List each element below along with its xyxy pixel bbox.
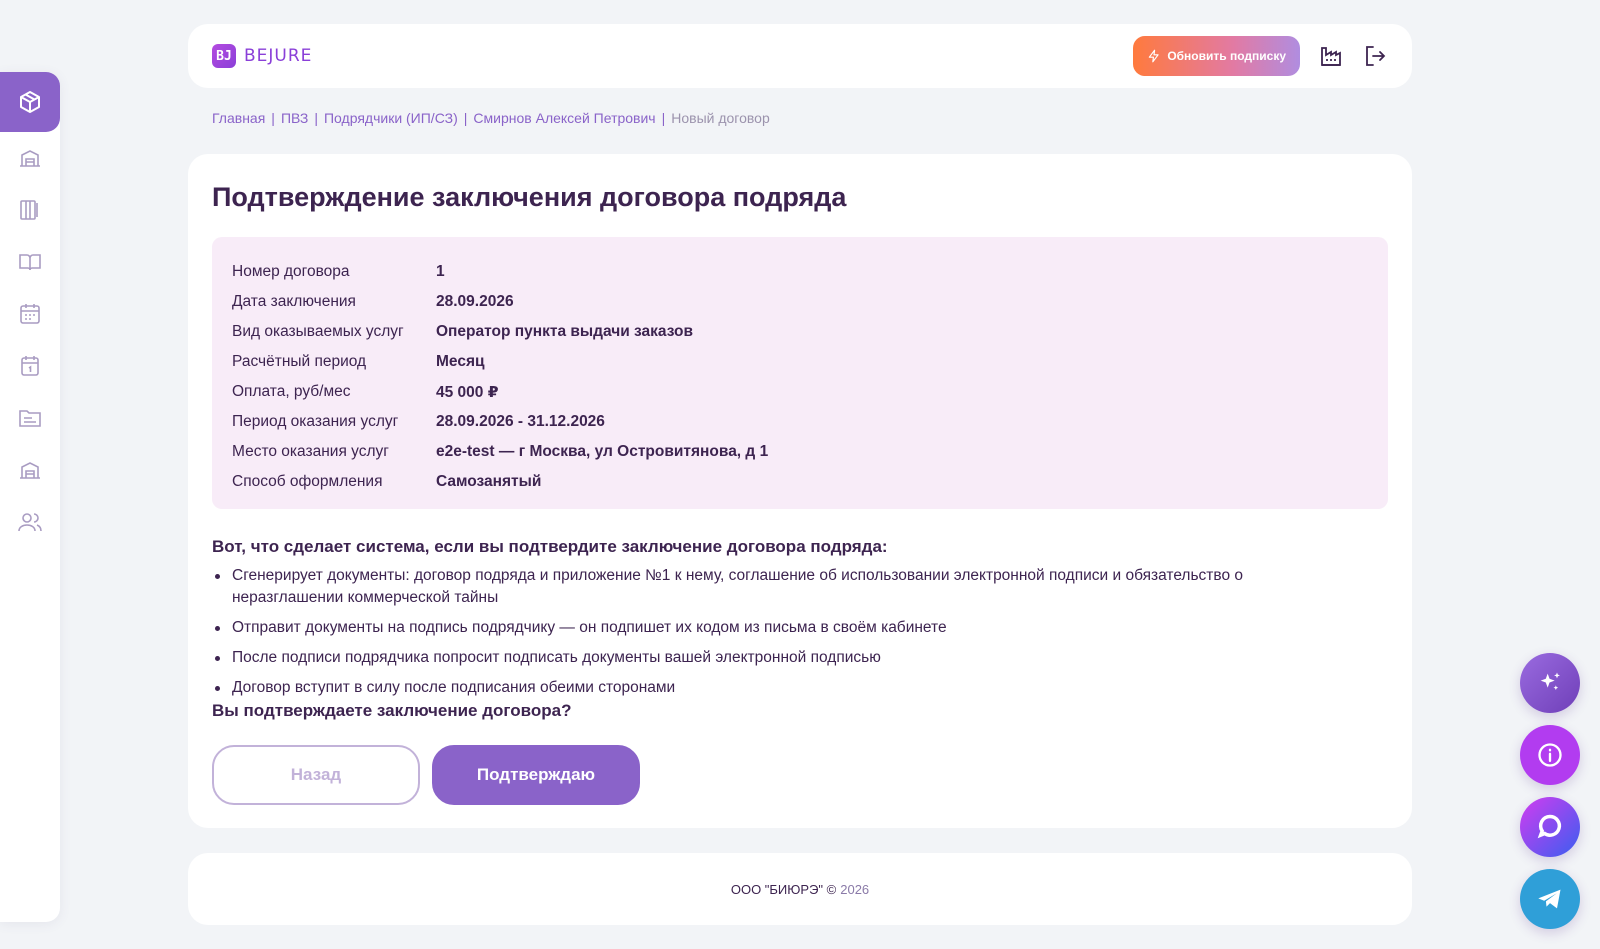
detail-row-billing-period: Расчётный период Месяц <box>232 347 1368 377</box>
ai-assistant-button[interactable] <box>1520 653 1580 713</box>
telegram-button[interactable] <box>1520 869 1580 929</box>
detail-value: 45 000 ₽ <box>436 383 499 401</box>
detail-row-registration-type: Способ оформления Самозанятый <box>232 467 1368 497</box>
actions: Назад Подтверждаю <box>212 745 1388 805</box>
detail-row-location: Место оказания услуг e2e-test — г Москва… <box>232 437 1368 467</box>
info-button[interactable] <box>1520 725 1580 785</box>
breadcrumb-contractors[interactable]: Подрядчики (ИП/СЗ) <box>324 110 458 126</box>
detail-value: Оператор пункта выдачи заказов <box>436 323 694 340</box>
calendar-icon <box>20 304 40 324</box>
list-item: Отправит документы на подпись подрядчику… <box>212 617 1302 639</box>
lightning-icon <box>1149 49 1159 63</box>
detail-label: Расчётный период <box>232 353 367 370</box>
detail-label: Место оказания услуг <box>232 443 389 460</box>
breadcrumb-contractor-name[interactable]: Смирнов Алексей Петрович <box>473 110 655 126</box>
detail-row-date: Дата заключения 28.09.2026 <box>232 287 1368 317</box>
sidebar <box>0 72 60 922</box>
package-icon <box>20 91 40 113</box>
detail-row-service-period: Период оказания услуг 28.09.2026 - 31.12… <box>232 407 1368 437</box>
contract-details: Номер договора 1 Дата заключения 28.09.2… <box>212 237 1388 509</box>
footer-year: 2026 <box>840 881 870 897</box>
book-icon <box>19 254 41 271</box>
sidebar-item-users[interactable] <box>0 496 60 548</box>
page-title: Подтверждение заключения договора подряд… <box>212 182 847 212</box>
breadcrumb-separator: | <box>661 110 666 126</box>
footer: ООО "БИЮРЭ" © 2026 <box>188 853 1412 925</box>
logout-icon <box>1366 46 1386 66</box>
sidebar-item-calendar[interactable] <box>0 288 60 340</box>
breadcrumb: Главная | ПВЗ | Подрядчики (ИП/СЗ) | Сми… <box>212 110 770 126</box>
detail-row-payment: Оплата, руб/мес 45 000 ₽ <box>232 377 1368 407</box>
list-item: После подписи подрядчика попросит подпис… <box>212 647 1302 669</box>
detail-row-contract-number: Номер договора 1 <box>232 257 1368 287</box>
confirm-button[interactable]: Подтверждаю <box>432 745 640 805</box>
detail-value: 1 <box>436 263 445 280</box>
detail-label: Вид оказываемых услуг <box>232 323 404 340</box>
warehouse-icon <box>20 150 40 167</box>
detail-label: Оплата, руб/мес <box>232 383 351 400</box>
chat-icon <box>1537 814 1562 839</box>
detail-value: 28.09.2026 - 31.12.2026 <box>436 413 605 430</box>
sidebar-item-warehouse[interactable] <box>0 132 60 184</box>
sidebar-item-buildings[interactable] <box>0 444 60 496</box>
detail-label: Номер договора <box>232 263 350 280</box>
contract-confirmation-card: Подтверждение заключения договора подряд… <box>188 154 1412 828</box>
factory-icon <box>1321 47 1341 66</box>
chat-button[interactable] <box>1520 797 1580 857</box>
sidebar-item-folders[interactable] <box>0 392 60 444</box>
sidebar-item-schedule[interactable] <box>0 340 60 392</box>
upgrade-subscription-button[interactable]: Обновить подписку <box>1133 36 1300 76</box>
detail-value: 28.09.2026 <box>436 293 514 310</box>
breadcrumb-separator: | <box>271 110 275 126</box>
sidebar-item-package[interactable] <box>0 72 60 132</box>
logo[interactable]: BJ BEJURE <box>212 44 312 68</box>
detail-value: Месяц <box>436 353 485 370</box>
calendar-day-icon <box>21 356 39 376</box>
footer-company: ООО "БИЮРЭ" © <box>730 881 837 897</box>
warehouse-icon <box>20 462 40 479</box>
confirmation-question: Вы подтверждаете заключение договора? <box>212 701 572 720</box>
steps-title: Вот, что сделает система, если вы подтве… <box>212 537 888 556</box>
list-item: Договор вступит в силу после подписания … <box>212 677 1302 699</box>
logo-mark: BJ <box>212 44 236 68</box>
breadcrumb-current: Новый договор <box>671 110 770 126</box>
upgrade-subscription-label: Обновить подписку <box>1167 49 1286 63</box>
folder-icon <box>19 410 41 427</box>
top-header: BJ BEJURE Обновить подписку <box>188 24 1412 88</box>
breadcrumb-pvz[interactable]: ПВЗ <box>281 110 308 126</box>
detail-value: e2e-test — г Москва, ул Островитянова, д… <box>436 443 769 460</box>
detail-label: Период оказания услуг <box>232 413 399 430</box>
detail-row-service-type: Вид оказываемых услуг Оператор пункта вы… <box>232 317 1368 347</box>
list-item: Сгенерирует документы: договор подряда и… <box>212 565 1302 609</box>
detail-value: Самозанятый <box>436 473 542 490</box>
detail-label: Способ оформления <box>232 473 383 490</box>
back-button[interactable]: Назад <box>212 745 420 805</box>
binders-icon <box>20 200 38 220</box>
breadcrumb-separator: | <box>463 110 468 126</box>
sidebar-item-documents[interactable] <box>0 184 60 236</box>
logo-text: BEJURE <box>244 46 313 66</box>
users-icon <box>18 513 42 532</box>
sparkles-icon <box>1540 672 1560 690</box>
sidebar-item-guide[interactable] <box>0 236 60 288</box>
info-icon <box>1538 743 1562 767</box>
detail-label: Дата заключения <box>232 293 356 310</box>
steps-list: Сгенерирует документы: договор подряда и… <box>212 565 1388 699</box>
logout-button[interactable] <box>1362 43 1388 69</box>
telegram-icon <box>1538 889 1561 909</box>
breadcrumb-separator: | <box>314 110 318 126</box>
breadcrumb-home[interactable]: Главная <box>212 110 265 126</box>
factory-button[interactable] <box>1318 43 1344 69</box>
